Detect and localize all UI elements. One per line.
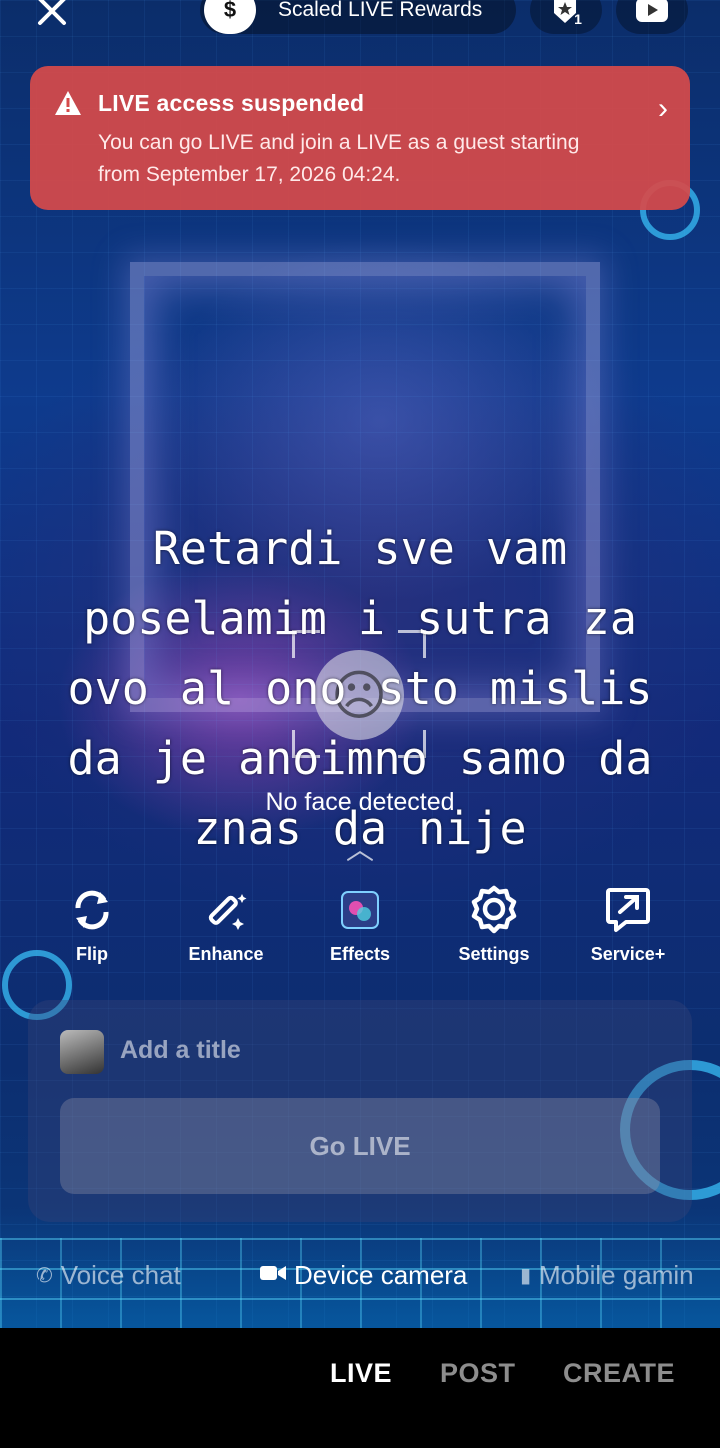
- dollar-coin-icon: $: [204, 0, 256, 34]
- rewards-label: Scaled LIVE Rewards: [278, 0, 483, 21]
- service-plus-button[interactable]: Service+: [562, 882, 694, 972]
- flip-label: Flip: [76, 944, 108, 964]
- nav-live[interactable]: LIVE: [330, 1358, 392, 1389]
- go-live-button[interactable]: Go LIVE: [60, 1098, 660, 1194]
- nav-post[interactable]: POST: [440, 1358, 516, 1389]
- effects-button[interactable]: Effects: [294, 882, 426, 972]
- flip-button[interactable]: Flip: [26, 882, 158, 972]
- badge-count: 1: [574, 11, 582, 27]
- enhance-button[interactable]: Enhance: [160, 882, 292, 972]
- gear-icon: [471, 885, 517, 934]
- mode-selector: ✆ Voice chat Device camera ▮ Mobile gami…: [0, 1260, 720, 1300]
- video-button[interactable]: [616, 0, 688, 34]
- enhance-label: Enhance: [188, 944, 264, 964]
- close-icon: [38, 0, 66, 25]
- service-plus-label: Service+: [590, 944, 666, 964]
- phone-icon: ✆: [36, 1265, 53, 1287]
- mode-mobile-gaming[interactable]: ▮ Mobile gamin: [520, 1260, 694, 1291]
- settings-button[interactable]: Settings: [428, 882, 560, 972]
- effects-label: Effects: [329, 944, 391, 964]
- mode-mobile-gaming-label: Mobile gamin: [539, 1260, 694, 1290]
- mode-voice-chat[interactable]: ✆ Voice chat: [36, 1260, 181, 1291]
- nav-create[interactable]: CREATE: [563, 1358, 675, 1389]
- camera-toolbar: Flip Enhance Effects Settings Service+: [26, 882, 694, 972]
- mode-device-camera-label: Device camera: [294, 1260, 468, 1290]
- live-setup-panel: Go LIVE: [28, 1000, 692, 1222]
- play-icon: [636, 0, 668, 22]
- settings-label: Settings: [458, 944, 530, 964]
- magic-wand-icon: [208, 894, 247, 930]
- bottom-navigation: LIVE POST CREATE: [0, 1328, 720, 1448]
- flip-camera-icon: [75, 890, 109, 930]
- alert-title: LIVE access suspended: [98, 90, 365, 116]
- warning-icon: [55, 91, 81, 115]
- chevron-right-icon: ›: [658, 92, 668, 125]
- mode-voice-chat-label: Voice chat: [60, 1260, 181, 1290]
- chevron-up-icon[interactable]: ︿: [336, 836, 384, 864]
- top-bar: $ Scaled LIVE Rewards 1: [0, 0, 720, 40]
- star-badge-button[interactable]: 1: [530, 0, 602, 34]
- close-button[interactable]: [32, 0, 72, 34]
- video-camera-icon: [260, 1264, 286, 1288]
- mode-device-camera[interactable]: Device camera: [260, 1260, 467, 1291]
- cover-thumbnail[interactable]: [60, 1030, 104, 1074]
- share-arrow-icon: [606, 888, 650, 932]
- effects-icon: [341, 891, 379, 929]
- title-input[interactable]: [120, 1036, 640, 1065]
- suspension-alert[interactable]: LIVE access suspended You can go LIVE an…: [30, 66, 690, 210]
- alert-body: You can go LIVE and join a LIVE as a gue…: [98, 131, 580, 186]
- rewards-pill-button[interactable]: $ Scaled LIVE Rewards: [200, 0, 516, 34]
- face-status-text: No face detected: [265, 788, 455, 816]
- mobile-phone-icon: ▮: [520, 1265, 532, 1287]
